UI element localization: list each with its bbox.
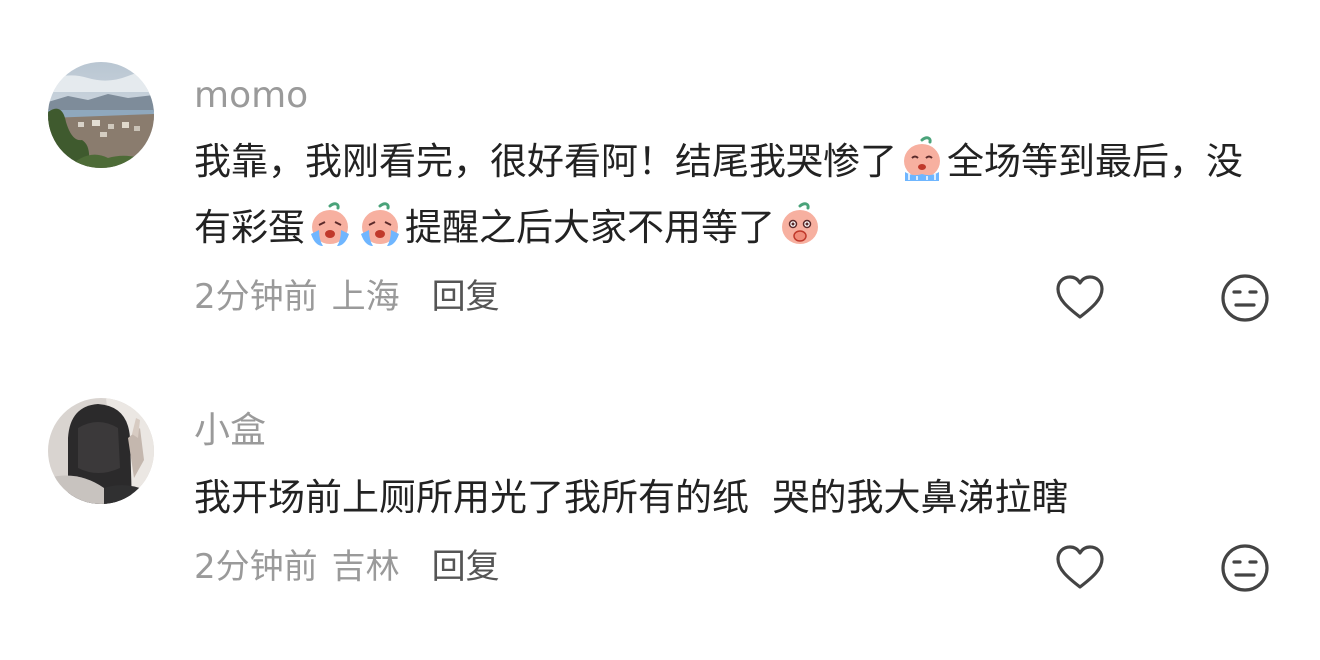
username[interactable]: 小盒 (194, 413, 266, 449)
meh-face-icon (1221, 274, 1269, 322)
crying-peach-emoji (311, 202, 349, 246)
dislike-button[interactable] (1218, 271, 1272, 325)
comment-meta: 2分钟前 吉林 回复 (194, 550, 500, 584)
comment-text: 我靠，我刚看完，很好看阿！结尾我哭惨了 全场等到最后，没有彩蛋 提醒之后大家不用 (194, 129, 1274, 261)
comment-meta: 2分钟前 上海 回复 (194, 280, 500, 314)
comment-location: 上海 (331, 277, 400, 317)
meh-face-icon (1221, 544, 1269, 592)
avatar[interactable] (48, 398, 154, 504)
like-button[interactable] (1053, 271, 1107, 325)
reply-button[interactable]: 回复 (432, 547, 500, 587)
like-button[interactable] (1053, 541, 1107, 595)
heart-outline-icon (1056, 275, 1104, 319)
dislike-button[interactable] (1218, 541, 1272, 595)
comment-text: 我开场前上厕所用光了我所有的纸 哭的我大鼻涕拉瞎 (194, 476, 1069, 519)
comment-text-part: 提醒之后大家不用等了 (405, 206, 775, 249)
comment-time: 2分钟前 (194, 277, 318, 317)
heart-outline-icon (1056, 545, 1104, 589)
avatar[interactable] (48, 62, 154, 168)
comment-time: 2分钟前 (194, 547, 318, 587)
username[interactable]: momo (194, 78, 308, 114)
comment-text-part: 我靠，我刚看完，很好看阿！结尾我哭惨了 (194, 140, 897, 183)
comment-location: 吉林 (331, 547, 400, 587)
crying-peach-emoji (904, 136, 940, 181)
crying-peach-emoji (361, 202, 399, 246)
shocked-peach-emoji (782, 202, 818, 244)
reply-button[interactable]: 回复 (432, 277, 500, 317)
